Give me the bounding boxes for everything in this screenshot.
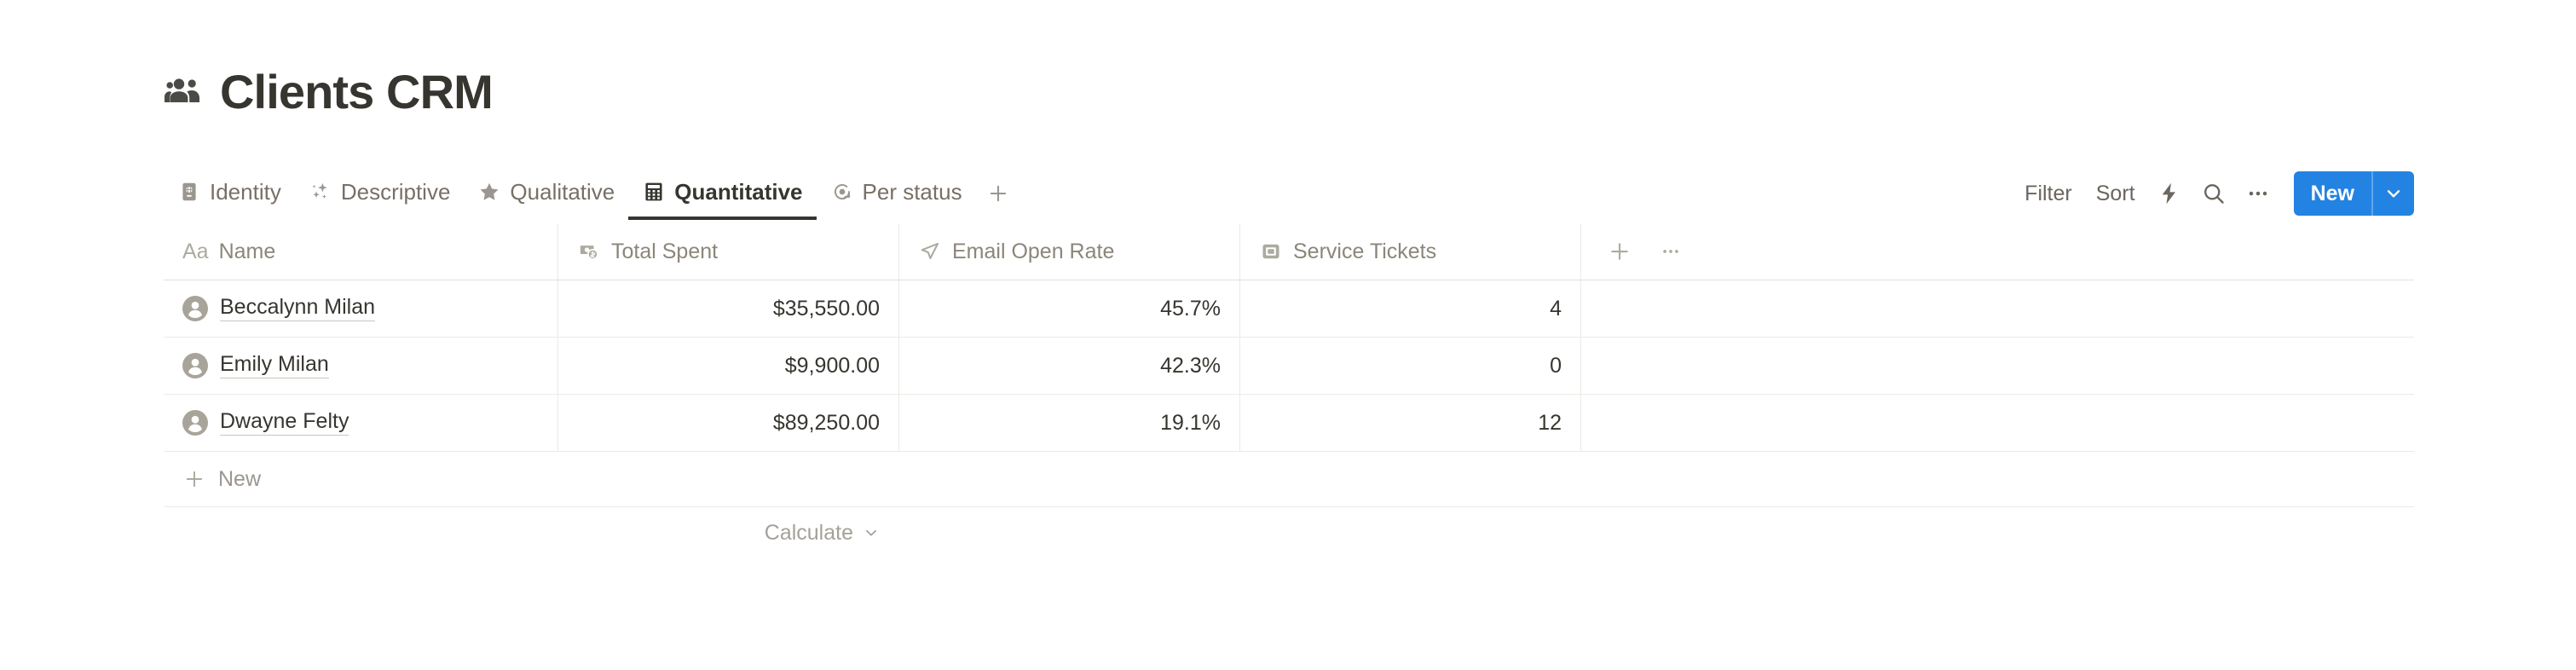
table-row[interactable]: Beccalynn Milan $35,550.00 45.7% 4 — [164, 280, 2414, 338]
table-footer-row: Calculate — [164, 507, 2414, 558]
view-toolbar: Filter Sort New — [2013, 167, 2414, 220]
page-title: Clients CRM — [220, 65, 494, 118]
header-action-group — [1600, 237, 1685, 266]
cell-total-spent[interactable]: $89,250.00 — [558, 395, 899, 451]
calculate-label: Calculate — [764, 520, 853, 545]
automation-button[interactable] — [2147, 171, 2192, 216]
table-row[interactable]: Dwayne Felty $89,250.00 19.1% 12 — [164, 395, 2414, 452]
table-row[interactable]: Emily Milan $9,900.00 42.3% 0 — [164, 338, 2414, 395]
notion-database-page: Clients CRM Identity Descriptive Qualita… — [0, 0, 2576, 670]
table-header-actions — [1581, 223, 2414, 280]
view-tabs: Identity Descriptive Qualitative Quantit… — [164, 167, 1017, 220]
cell-service-tickets[interactable]: 12 — [1240, 395, 1581, 451]
cell-email-open-rate[interactable]: 45.7% — [899, 280, 1240, 337]
column-header-email-open-rate[interactable]: Email Open Rate — [899, 223, 1240, 280]
calculator-icon — [642, 180, 666, 204]
title-aa-icon: Aa — [182, 239, 209, 263]
cell-email-open-rate[interactable]: 42.3% — [899, 338, 1240, 394]
footer-spacer-name — [164, 507, 558, 558]
passport-globe-icon — [177, 180, 201, 204]
star-icon — [477, 180, 501, 204]
cell-value: 12 — [1538, 410, 1562, 435]
person-avatar-icon — [182, 353, 208, 378]
lightning-bolt-icon — [2162, 182, 2175, 205]
column-header-name[interactable]: Aa Name — [164, 223, 558, 280]
search-button[interactable] — [2192, 171, 2236, 216]
sort-button[interactable]: Sort — [2084, 182, 2147, 206]
cell-value: 0 — [1550, 353, 1562, 378]
send-arrow-icon — [918, 240, 942, 263]
ellipsis-icon — [1663, 250, 1678, 253]
tab-quantitative[interactable]: Quantitative — [628, 167, 817, 220]
table-options-button[interactable] — [1656, 237, 1685, 266]
table-header-row: Aa Name Total Spent Email Open Rate Serv… — [164, 223, 2414, 280]
tab-qualitative[interactable]: Qualitative — [464, 167, 628, 220]
tab-descriptive[interactable]: Descriptive — [295, 167, 465, 220]
calculate-total-spent-button[interactable]: Calculate — [558, 507, 899, 558]
tab-label: Descriptive — [340, 178, 451, 205]
cell-empty — [1581, 280, 2414, 337]
column-header-label: Total Spent — [611, 239, 719, 263]
cell-value: 45.7% — [1160, 296, 1221, 321]
record-name-link[interactable]: Beccalynn Milan — [220, 295, 376, 322]
cell-total-spent[interactable]: $35,550.00 — [558, 280, 899, 337]
plus-icon — [990, 185, 1006, 202]
new-record-button[interactable]: New — [2294, 171, 2371, 216]
person-avatar-icon — [182, 296, 208, 321]
chevron-down-icon — [2387, 190, 2400, 198]
record-name-link[interactable]: Dwayne Felty — [220, 409, 349, 436]
cell-name[interactable]: Dwayne Felty — [164, 395, 558, 451]
cell-name[interactable]: Emily Milan — [164, 338, 558, 394]
status-circle-arrow-icon — [830, 180, 854, 204]
database-table: Aa Name Total Spent Email Open Rate Serv… — [164, 223, 2414, 558]
new-record-button-group[interactable]: New — [2293, 171, 2414, 216]
cell-email-open-rate[interactable]: 19.1% — [899, 395, 1240, 451]
cell-value: $89,250.00 — [772, 410, 880, 435]
chevron-down-icon — [862, 523, 881, 542]
plus-icon — [1611, 243, 1628, 260]
cell-empty — [1581, 338, 2414, 394]
person-avatar-icon — [182, 410, 208, 436]
column-header-total-spent[interactable]: Total Spent — [558, 223, 899, 280]
filter-button[interactable]: Filter — [2013, 182, 2084, 206]
cell-name[interactable]: Beccalynn Milan — [164, 280, 558, 337]
cell-value: $9,900.00 — [784, 353, 880, 378]
sparkles-icon — [309, 180, 332, 204]
column-header-label: Name — [218, 239, 276, 263]
cell-total-spent[interactable]: $9,900.00 — [558, 338, 899, 394]
add-column-button[interactable] — [1605, 237, 1634, 266]
more-options-button[interactable] — [2236, 171, 2280, 216]
record-name-link[interactable]: Emily Milan — [220, 352, 329, 379]
new-row-button[interactable]: New — [164, 452, 2414, 507]
tab-identity[interactable]: Identity — [164, 167, 295, 220]
ellipsis-icon — [2249, 191, 2267, 196]
cell-service-tickets[interactable]: 4 — [1240, 280, 1581, 337]
add-view-button[interactable] — [979, 167, 1017, 220]
plus-icon — [182, 467, 206, 491]
column-header-label: Service Tickets — [1293, 239, 1437, 263]
cell-value: $35,550.00 — [772, 296, 880, 321]
cell-value: 4 — [1550, 296, 1562, 321]
page-title-row: Clients CRM — [164, 65, 494, 118]
column-header-service-tickets[interactable]: Service Tickets — [1240, 223, 1581, 280]
cell-empty — [1581, 395, 2414, 451]
search-icon — [2203, 184, 2224, 204]
tab-label: Quantitative — [674, 178, 803, 205]
tab-label: Qualitative — [510, 178, 615, 205]
new-record-dropdown-button[interactable] — [2371, 171, 2414, 216]
cell-service-tickets[interactable]: 0 — [1240, 338, 1581, 394]
cell-value: 19.1% — [1160, 410, 1221, 435]
tab-label: Identity — [210, 178, 281, 205]
cell-value: 42.3% — [1160, 353, 1221, 378]
currency-icon — [577, 240, 601, 263]
column-header-label: Email Open Rate — [952, 239, 1115, 263]
tab-per-status[interactable]: Per status — [817, 167, 976, 220]
view-tabbar: Identity Descriptive Qualitative Quantit… — [164, 167, 2414, 222]
tab-label: Per status — [862, 178, 962, 205]
number-box-icon — [1259, 240, 1283, 263]
people-group-icon — [164, 72, 205, 113]
new-row-label: New — [218, 466, 262, 491]
